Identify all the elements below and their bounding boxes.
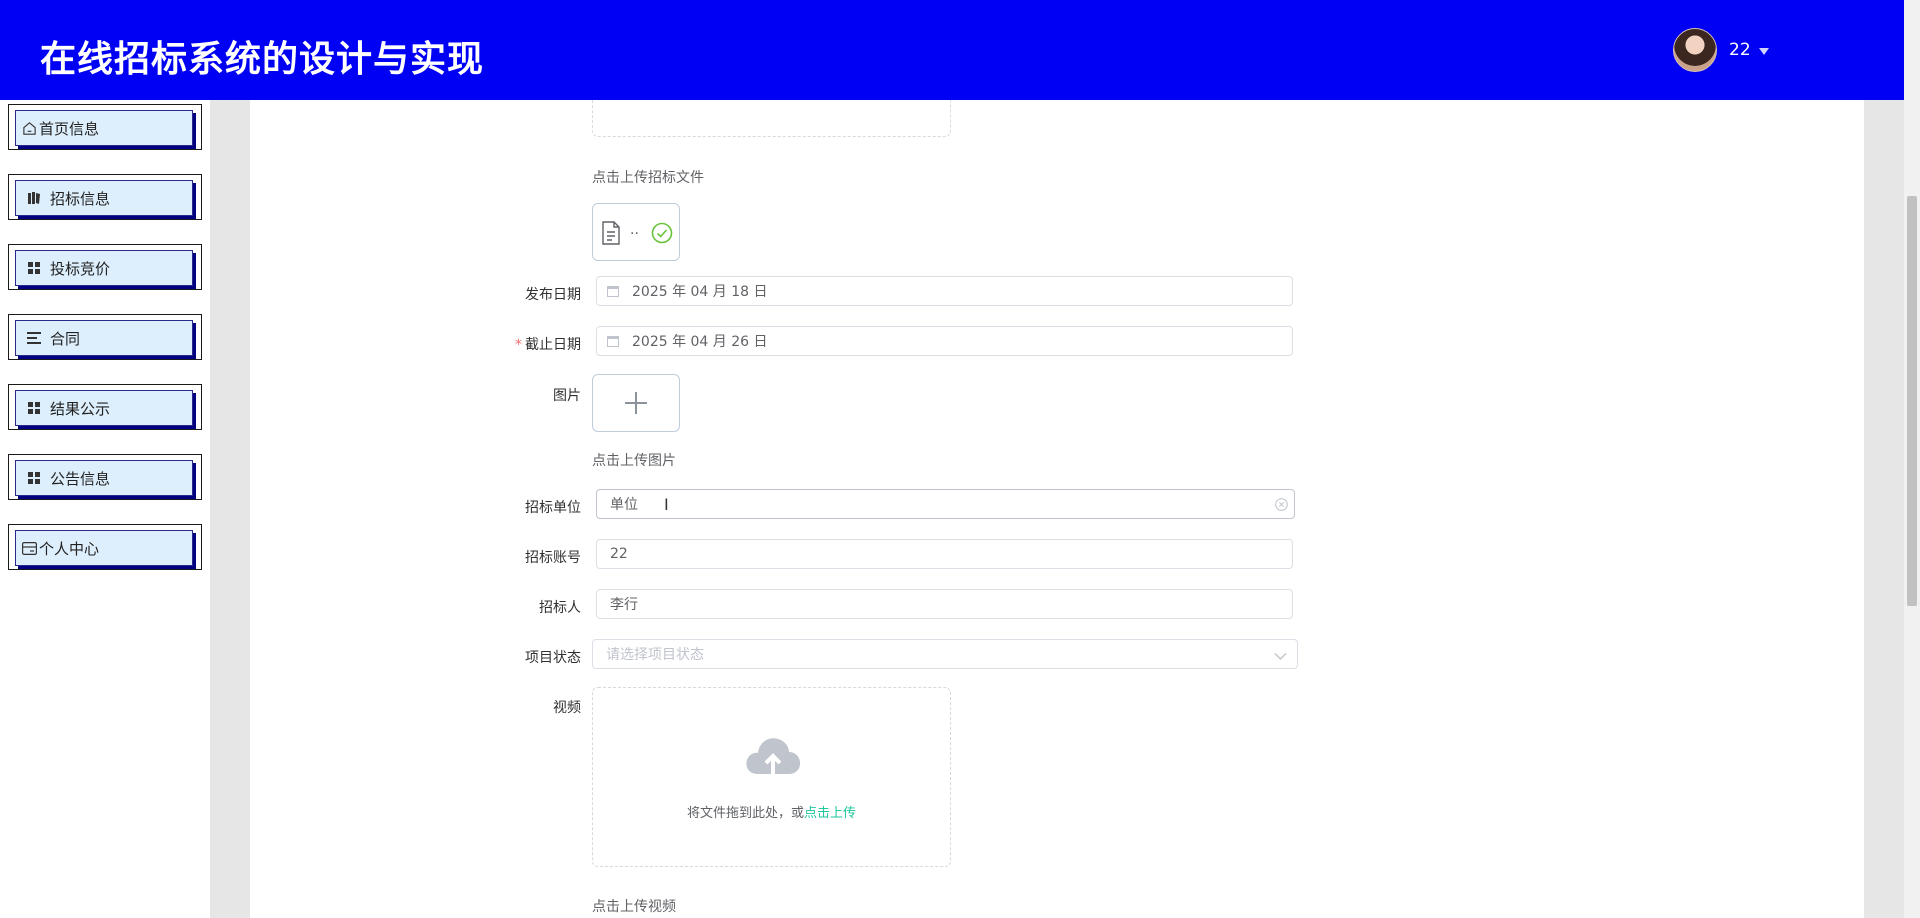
document-icon	[601, 221, 621, 249]
user-name[interactable]: 22	[1729, 40, 1751, 60]
unit-label: 招标单位	[525, 500, 581, 516]
top-header: 在线招标系统的设计与实现 22	[0, 0, 1904, 100]
text-cursor-icon: I	[664, 495, 669, 514]
sidebar-item-label: 合同	[50, 329, 81, 348]
content-gutter	[1864, 100, 1904, 918]
sidebar-item-contract[interactable]: 合同	[8, 314, 202, 360]
chevron-down-icon	[1274, 649, 1287, 665]
file-name: ..	[630, 222, 639, 238]
required-mark: *	[515, 337, 522, 353]
app-title: 在线招标系统的设计与实现	[40, 39, 485, 80]
status-label: 项目状态	[525, 650, 581, 666]
image-label: 图片	[553, 388, 581, 404]
sidebar-item-label: 个人中心	[39, 539, 100, 558]
publish-date-label: 发布日期	[525, 287, 581, 303]
sidebar: 首页信息 招标信息 投标竞价 合同 结果公示 公告信息 个人中心	[0, 100, 210, 918]
dropzone-text: 将文件拖到此处，或点击上传	[593, 802, 950, 821]
plus-icon	[625, 392, 647, 414]
caret-down-icon[interactable]	[1758, 47, 1769, 55]
sidebar-item-profile[interactable]: 个人中心	[8, 524, 202, 570]
person-input[interactable]: 李行	[596, 589, 1293, 619]
account-input[interactable]: 22	[596, 539, 1293, 569]
unit-input[interactable]: 单位 I	[596, 489, 1295, 519]
list-icon	[26, 330, 42, 346]
grid-icon	[26, 470, 42, 486]
sidebar-item-label: 首页信息	[39, 119, 100, 138]
publish-date-picker[interactable]: 2025 年 04 月 18 日	[596, 276, 1293, 306]
home-icon	[21, 120, 37, 136]
drop-text: 将文件拖到此处，或	[686, 806, 804, 821]
avatar[interactable]	[1673, 28, 1717, 72]
status-select[interactable]: 请选择项目状态	[592, 639, 1298, 669]
sidebar-item-label: 结果公示	[50, 399, 111, 418]
cloud-upload-icon	[743, 730, 803, 784]
sidebar-item-results[interactable]: 结果公示	[8, 384, 202, 430]
deadline-date-picker[interactable]: 2025 年 04 月 26 日	[596, 326, 1293, 356]
scrollbar-thumb[interactable]	[1907, 196, 1917, 606]
sidebar-item-label: 投标竞价	[50, 259, 111, 278]
deadline-value: 2025 年 04 月 26 日	[632, 334, 768, 350]
publish-date-value: 2025 年 04 月 18 日	[632, 284, 768, 300]
click-upload-link[interactable]: 点击上传	[804, 806, 856, 821]
success-check-icon	[651, 222, 673, 248]
sidebar-item-label: 公告信息	[50, 469, 111, 488]
video-upload-hint: 点击上传视频	[592, 899, 676, 915]
user-menu[interactable]: 22	[1673, 28, 1769, 72]
deadline-label: * 截止日期	[461, 334, 581, 354]
clear-icon[interactable]	[1275, 498, 1288, 515]
image-upload-button[interactable]	[592, 374, 680, 432]
person-value: 李行	[610, 597, 638, 613]
sidebar-item-home[interactable]: 首页信息	[8, 104, 202, 150]
account-label: 招标账号	[525, 550, 581, 566]
status-placeholder: 请选择项目状态	[606, 647, 704, 663]
account-value: 22	[610, 546, 628, 562]
grid-icon	[26, 400, 42, 416]
uploaded-file-card[interactable]: ..	[592, 203, 680, 261]
video-label: 视频	[553, 700, 581, 716]
sidebar-item-announcements[interactable]: 公告信息	[8, 454, 202, 500]
calendar-icon	[607, 285, 619, 297]
sidebar-item-label: 招标信息	[50, 189, 111, 208]
book-icon	[26, 190, 42, 206]
image-upload-hint: 点击上传图片	[592, 453, 676, 469]
sidebar-item-tender-info[interactable]: 招标信息	[8, 174, 202, 220]
sidebar-item-bidding[interactable]: 投标竞价	[8, 244, 202, 290]
person-label: 招标人	[539, 600, 581, 616]
calendar-icon	[607, 335, 619, 347]
deadline-label-text: 截止日期	[525, 337, 581, 353]
file-upload-dropzone[interactable]	[592, 95, 951, 137]
grid-icon	[26, 260, 42, 276]
unit-value: 单位	[610, 497, 638, 513]
file-upload-hint: 点击上传招标文件	[592, 170, 704, 186]
card-icon	[21, 540, 37, 556]
video-upload-dropzone[interactable]: 将文件拖到此处，或点击上传	[592, 687, 951, 867]
